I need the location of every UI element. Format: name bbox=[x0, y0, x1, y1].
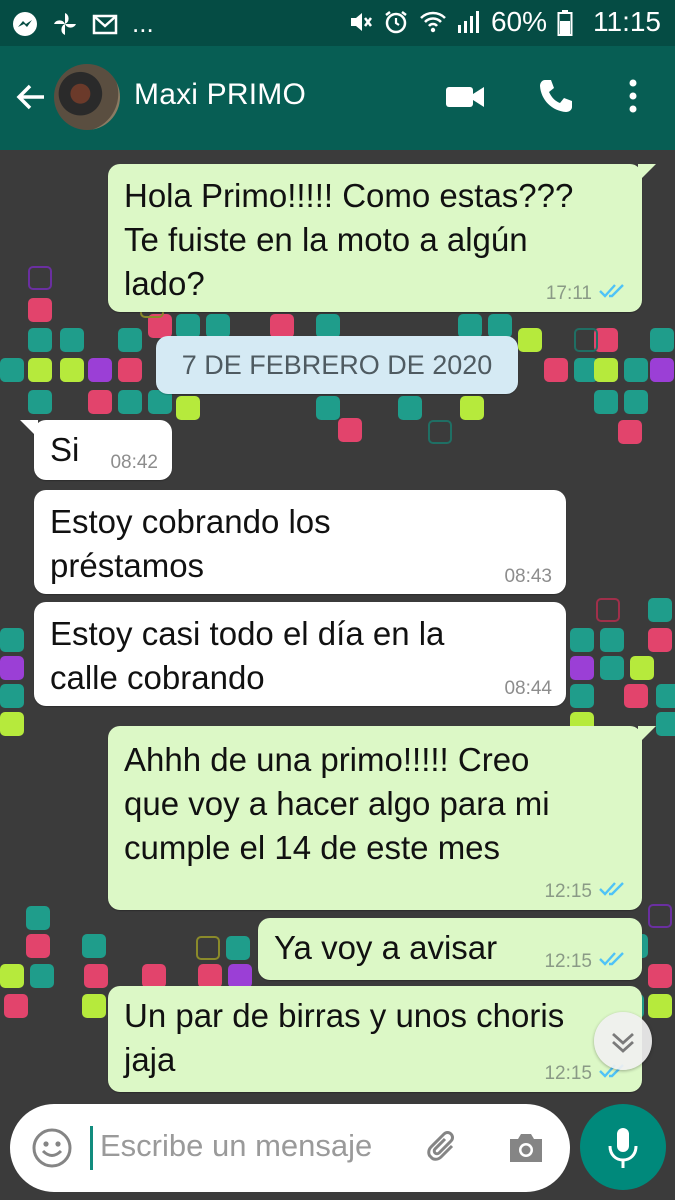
message-time: 12:15 bbox=[544, 1063, 592, 1084]
battery-icon bbox=[557, 9, 583, 36]
emoji-icon[interactable] bbox=[30, 1126, 74, 1175]
message-text-line: calle cobrando bbox=[50, 659, 265, 696]
read-receipt-icon bbox=[598, 950, 628, 974]
wifi-icon bbox=[419, 9, 446, 35]
pinwheel-icon bbox=[52, 11, 78, 37]
back-arrow-icon[interactable] bbox=[14, 80, 48, 114]
message-time: 17:11 bbox=[545, 283, 592, 304]
chat-header: Maxi PRIMO bbox=[0, 46, 675, 150]
messenger-icon bbox=[12, 11, 38, 37]
microphone-icon bbox=[608, 1128, 638, 1168]
message-time: 12:15 bbox=[544, 951, 592, 972]
message-text-line: que voy a hacer algo para mi bbox=[124, 785, 550, 822]
message-text-line: Si bbox=[50, 431, 80, 468]
message-text-line: lado? bbox=[124, 265, 205, 302]
phone-icon[interactable] bbox=[536, 76, 576, 121]
alarm-icon bbox=[383, 9, 409, 35]
message-text-line: Estoy casi todo el día en la bbox=[50, 615, 445, 652]
message-text-line: jaja bbox=[124, 1041, 176, 1078]
chevron-down-icon bbox=[612, 1032, 634, 1053]
more-vert-icon[interactable] bbox=[618, 76, 648, 121]
message-text-line: Un par de birras y unos choris bbox=[124, 997, 565, 1034]
date-separator: 7 DE FEBRERO DE 2020 bbox=[156, 336, 518, 394]
message-outgoing[interactable]: Ya voy a avisar 12:15 bbox=[258, 918, 642, 980]
video-call-icon[interactable] bbox=[444, 76, 486, 123]
chat-area[interactable]: Hola Primo!!!!! Como estas??? Te fuiste … bbox=[0, 150, 675, 1200]
battery-percent: 60% bbox=[490, 6, 547, 37]
message-time: 08:43 bbox=[504, 566, 552, 587]
voice-message-button[interactable] bbox=[580, 1104, 666, 1190]
message-text-line: Hola Primo!!!!! Como estas??? bbox=[124, 177, 574, 214]
attachment-icon[interactable] bbox=[422, 1126, 466, 1175]
read-receipt-icon bbox=[598, 282, 628, 306]
message-incoming[interactable]: Estoy casi todo el día en la calle cobra… bbox=[34, 602, 566, 706]
message-input[interactable]: Escribe un mensaje bbox=[10, 1104, 570, 1192]
message-outgoing[interactable]: Ahhh de una primo!!!!! Creo que voy a ha… bbox=[108, 726, 656, 910]
camera-icon[interactable] bbox=[504, 1126, 548, 1175]
message-outgoing[interactable]: Hola Primo!!!!! Como estas??? Te fuiste … bbox=[108, 164, 656, 312]
gmail-icon bbox=[92, 11, 118, 37]
message-text-line: Ya voy a avisar bbox=[274, 929, 498, 966]
scroll-to-bottom-button[interactable] bbox=[594, 1012, 652, 1070]
message-incoming[interactable]: Estoy cobrando los préstamos 08:43 bbox=[34, 490, 566, 594]
message-placeholder: Escribe un mensaje bbox=[100, 1128, 373, 1163]
more-notifications-text: ... bbox=[132, 8, 154, 38]
message-text-line: Ahhh de una primo!!!!! Creo bbox=[124, 741, 530, 778]
message-text-line: Te fuiste en la moto a algún bbox=[124, 221, 528, 258]
read-receipt-icon bbox=[598, 880, 628, 904]
message-time: 12:15 bbox=[544, 881, 592, 902]
message-time: 08:42 bbox=[110, 452, 158, 473]
contact-name[interactable]: Maxi PRIMO bbox=[134, 78, 306, 112]
message-outgoing[interactable]: Un par de birras y unos choris jaja 12:1… bbox=[108, 986, 642, 1092]
mute-icon bbox=[347, 9, 373, 35]
clock: 11:15 bbox=[593, 6, 661, 37]
status-bar: ... 60% 11:15 bbox=[0, 0, 675, 46]
signal-icon bbox=[455, 9, 481, 35]
text-caret bbox=[90, 1126, 93, 1170]
message-incoming[interactable]: Si 08:42 bbox=[20, 420, 172, 480]
message-text-line: préstamos bbox=[50, 547, 205, 584]
message-text-line: Estoy cobrando los bbox=[50, 503, 331, 540]
message-time: 08:44 bbox=[504, 678, 552, 699]
message-text-line: cumple el 14 de este mes bbox=[124, 829, 501, 866]
avatar[interactable] bbox=[54, 64, 120, 130]
